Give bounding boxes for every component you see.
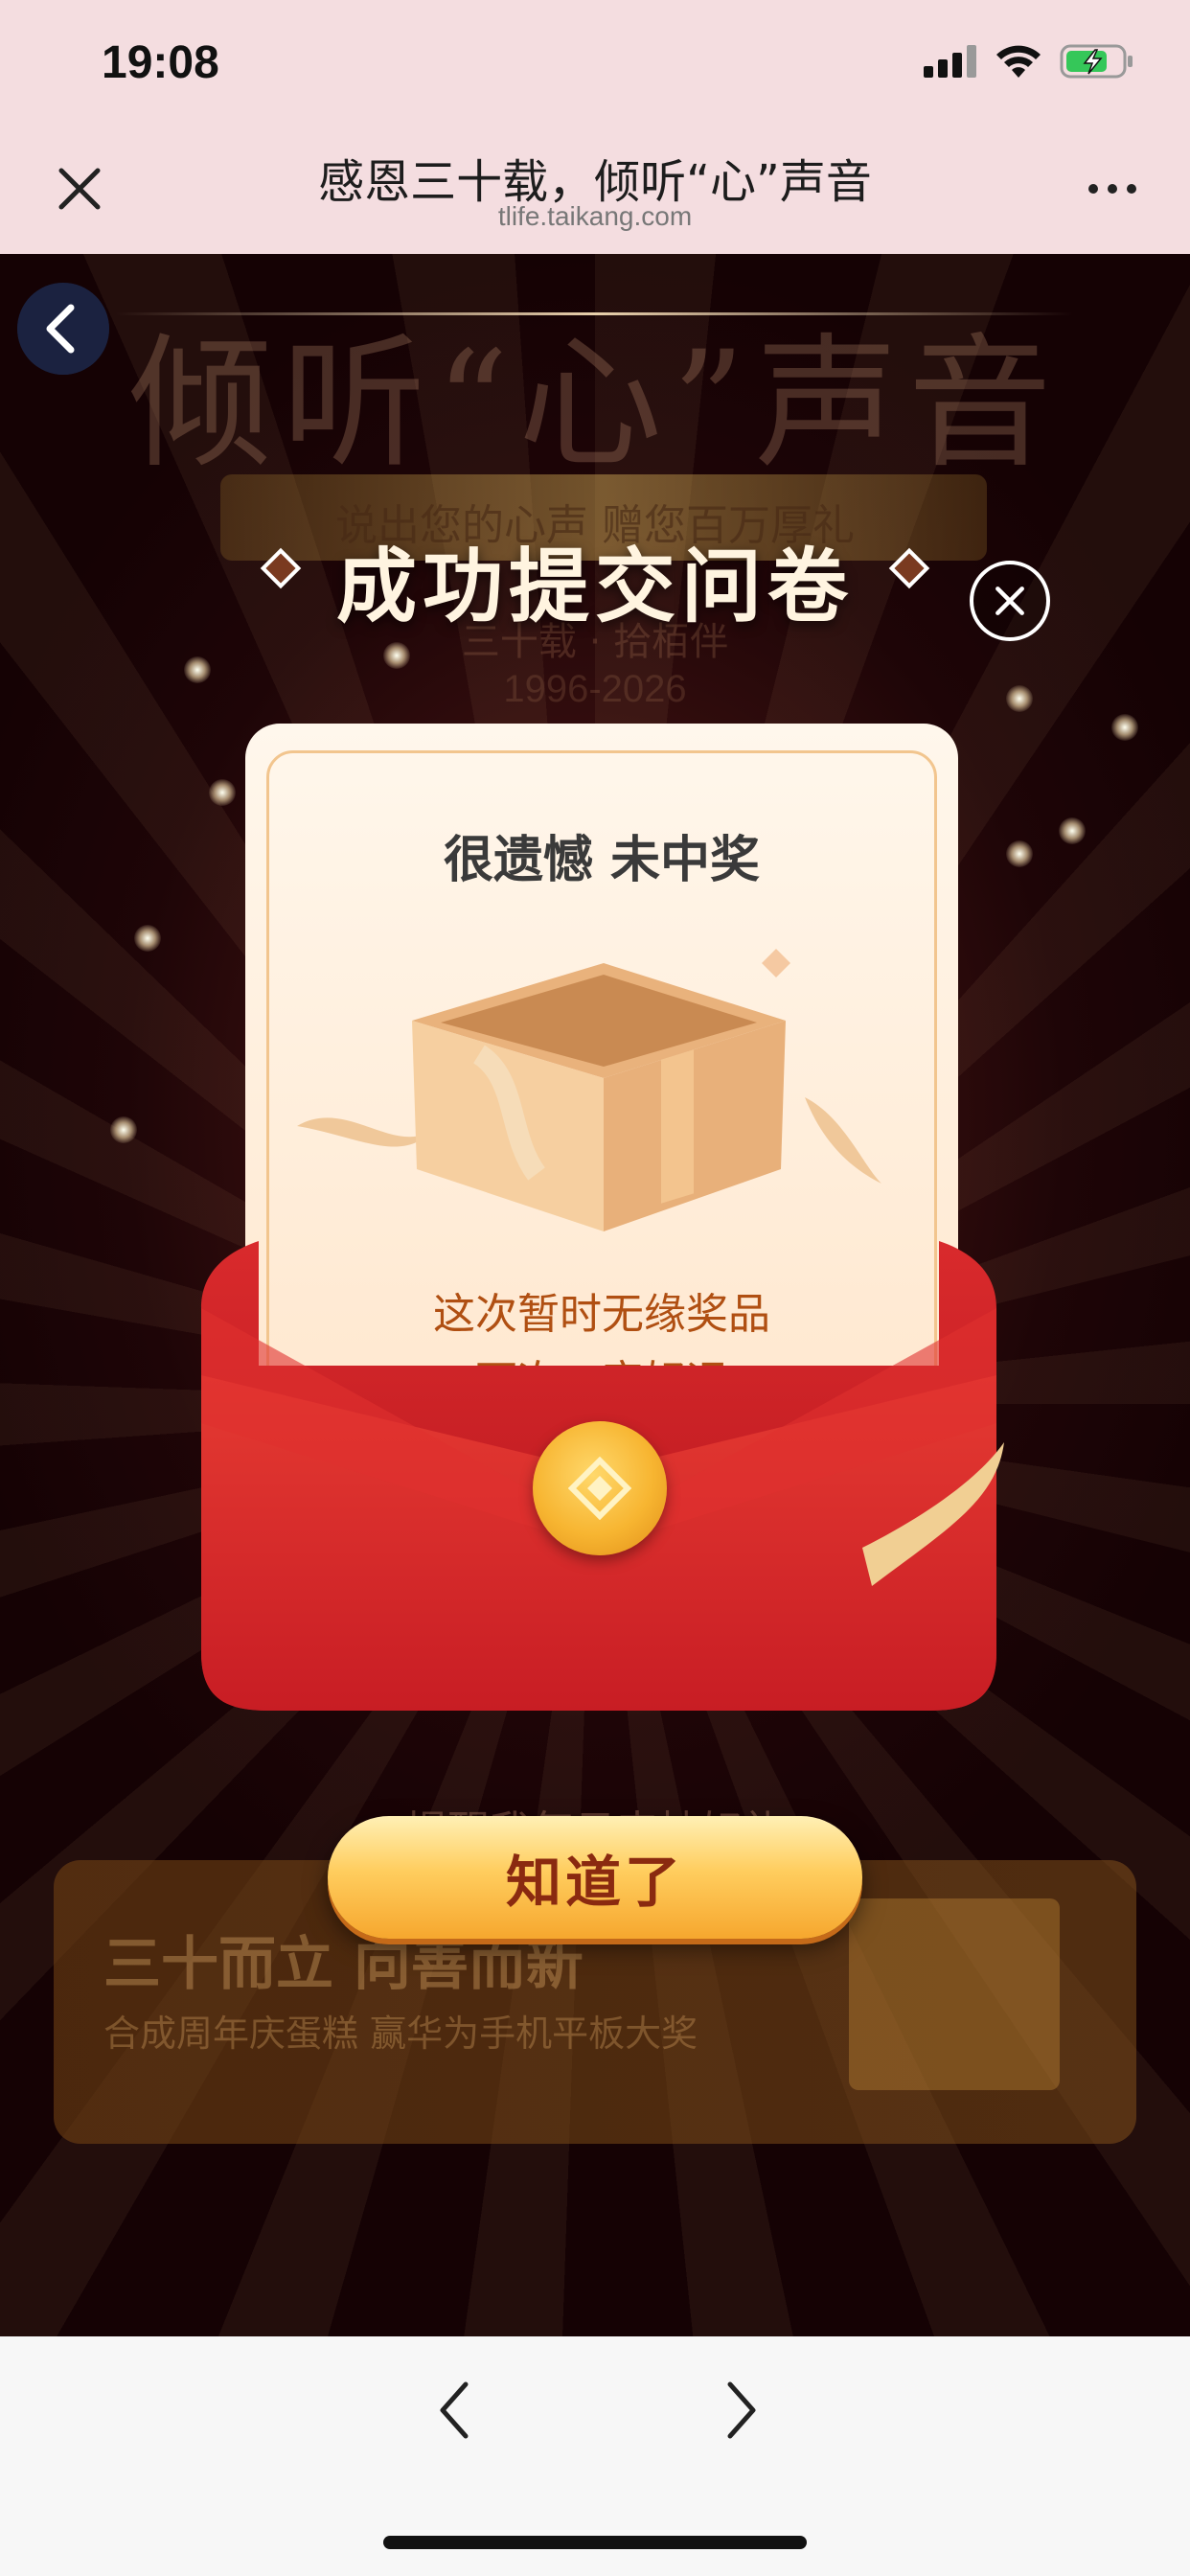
- ok-button[interactable]: 知道了: [328, 1816, 862, 1939]
- logo-mark-icon: [568, 1457, 631, 1520]
- title-divider: [115, 312, 1073, 315]
- battery-icon: [1060, 44, 1133, 79]
- page-domain: tlife.taikang.com: [497, 201, 693, 231]
- sparkle: [1111, 714, 1138, 741]
- status-time: 19:08: [102, 37, 219, 88]
- wifi-icon: [996, 45, 1041, 78]
- sparkle: [1006, 685, 1033, 712]
- sparkle: [1006, 840, 1033, 867]
- home-indicator: [383, 2536, 807, 2549]
- promo-gift-image: [849, 1898, 1060, 2090]
- back-button[interactable]: [17, 283, 109, 375]
- background-heading: 倾听“心”声音: [128, 321, 1062, 488]
- status-icons: [924, 42, 1136, 80]
- sparkle: [184, 656, 211, 683]
- status-bar: 19:08: [0, 0, 1190, 129]
- chevron-right-icon[interactable]: [717, 2377, 765, 2444]
- sparkle: [209, 779, 236, 806]
- chevron-left-icon[interactable]: [431, 2377, 479, 2444]
- sparkle: [134, 925, 161, 952]
- sparkle: [110, 1116, 137, 1143]
- result-title: 很遗憾 未中奖: [443, 832, 761, 889]
- signal-icon: [924, 45, 976, 78]
- empty-box-illustration: [287, 944, 881, 1251]
- promo-subtitle: 合成周年庆蛋糕 赢华为手机平板大奖: [103, 2012, 698, 2055]
- sparkle: [1059, 817, 1086, 844]
- modal-close-icon[interactable]: [970, 561, 1050, 641]
- more-menu-icon[interactable]: [1088, 184, 1136, 194]
- sparkle: [383, 642, 410, 669]
